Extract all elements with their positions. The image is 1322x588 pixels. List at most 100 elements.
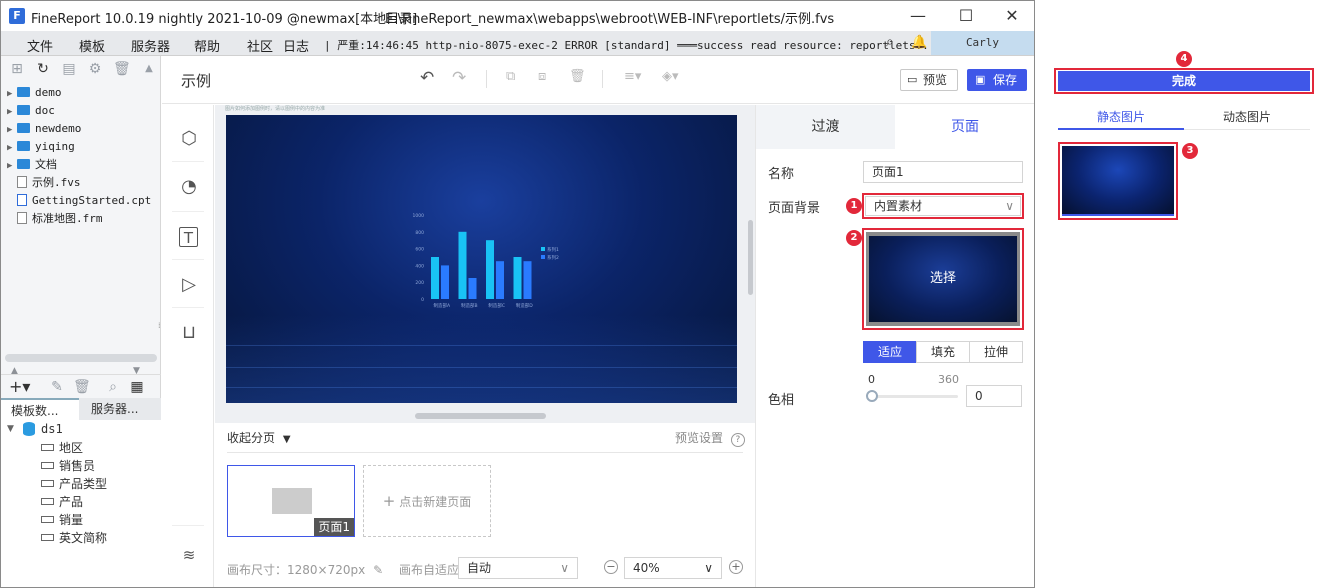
help-icon[interactable]: ? bbox=[730, 433, 745, 447]
close-button[interactable]: ✕ bbox=[989, 1, 1034, 31]
bar-chart[interactable]: 1000 800 600 400 200 0 制造部A 制造部B 制造部C 制造部D 系列1系列2 bbox=[406, 207, 566, 317]
choose-image-button[interactable]: 选择 bbox=[869, 236, 1017, 322]
tree-item-yiqing[interactable]: ▶ yiqing bbox=[7, 138, 75, 156]
tab-static-images[interactable]: 静态图片 bbox=[1058, 108, 1184, 130]
bell-icon[interactable]: 🔔 bbox=[911, 35, 927, 50]
collapse-arrow-icon[interactable]: ▼ bbox=[7, 424, 14, 434]
edit-icon[interactable]: ✎ bbox=[49, 379, 65, 395]
tab-server-data[interactable]: 服务器... bbox=[81, 398, 161, 420]
copy-icon[interactable]: ⧉ bbox=[506, 69, 515, 84]
bar bbox=[431, 257, 439, 299]
new-page-button[interactable]: + 点击新建页面 bbox=[363, 465, 491, 537]
paste-icon[interactable]: ⧈ bbox=[538, 69, 546, 84]
done-button[interactable]: 完成 bbox=[1058, 71, 1310, 91]
splitter-handle-icon[interactable]: ⁞ bbox=[158, 321, 161, 330]
server-data-icon[interactable]: ▦ bbox=[129, 379, 145, 395]
undo-icon[interactable]: ↶ bbox=[420, 68, 434, 88]
field-item[interactable]: 英文简称 bbox=[41, 529, 107, 547]
menu-template[interactable]: 模板 bbox=[79, 36, 105, 55]
fit-option-stretch[interactable]: 拉伸 bbox=[969, 341, 1023, 363]
zoom-in-icon[interactable]: + bbox=[729, 560, 743, 574]
tree-item-label: doc bbox=[35, 104, 55, 117]
tree-item-docs[interactable]: ▶ 文档 bbox=[7, 156, 57, 174]
dataset-name[interactable]: ds1 bbox=[41, 422, 63, 436]
tree-item-gettingstarted[interactable]: GettingStarted.cpt bbox=[7, 192, 151, 210]
open-icon[interactable]: ▤ bbox=[61, 61, 77, 77]
edit-size-icon[interactable]: ✎ bbox=[373, 563, 383, 577]
pie-chart-icon[interactable]: ◔ bbox=[179, 177, 199, 197]
vertical-scrollbar[interactable] bbox=[748, 220, 753, 295]
field-item[interactable]: 销售员 bbox=[41, 457, 95, 475]
preview-data-icon[interactable]: ⌕ bbox=[105, 379, 121, 395]
tab-template-data[interactable]: 模板数... bbox=[1, 398, 79, 420]
expand-arrow-icon[interactable]: ▶ bbox=[7, 85, 17, 103]
expand-arrow-icon[interactable]: ▶ bbox=[7, 157, 17, 175]
adapt-select[interactable]: 自动 ∨ bbox=[458, 557, 578, 579]
settings-icon[interactable]: ⚙ bbox=[87, 61, 103, 77]
tab-page[interactable]: 页面 bbox=[895, 105, 1034, 149]
refresh-icon[interactable]: ↻ bbox=[35, 61, 51, 77]
field-item[interactable]: 产品类型 bbox=[41, 475, 107, 493]
field-icon bbox=[41, 444, 54, 451]
fit-option-adapt[interactable]: 适应 bbox=[863, 341, 917, 363]
file-path: E:\FineReport_newmax\webapps\webroot\WEB… bbox=[385, 12, 835, 27]
zoom-select[interactable]: 40% ∨ bbox=[624, 557, 722, 579]
folder-icon bbox=[17, 123, 30, 133]
tab-transition[interactable]: 过渡 bbox=[756, 105, 895, 149]
y-tick-label: 600 bbox=[415, 247, 424, 253]
preview-settings-link[interactable]: 预览设置 ? bbox=[675, 429, 745, 447]
field-item[interactable]: 产品 bbox=[41, 493, 83, 511]
field-item[interactable]: 销量 bbox=[41, 511, 83, 529]
fit-option-fill[interactable]: 填充 bbox=[916, 341, 970, 363]
trash-icon[interactable]: 🗑 bbox=[569, 69, 586, 84]
file-tree: ▶ demo ▶ doc ▶ newdemo ▶ yiqing ▶ 文档 示例.fvs G… bbox=[1, 83, 161, 353]
tree-item-demo[interactable]: ▶ demo bbox=[7, 84, 62, 102]
tree-item-doc[interactable]: ▶ doc bbox=[7, 102, 55, 120]
tree-item-map-frm[interactable]: 标准地图.frm bbox=[7, 210, 103, 228]
field-item[interactable]: 地区 bbox=[41, 439, 83, 457]
menu-help[interactable]: 帮助 bbox=[194, 36, 220, 55]
layers-icon[interactable]: ≋ bbox=[179, 545, 199, 565]
hue-slider-track[interactable] bbox=[868, 395, 958, 398]
collapse-up-icon[interactable]: ▲ bbox=[141, 61, 157, 77]
horizontal-scrollbar[interactable] bbox=[415, 413, 546, 419]
preview-button[interactable]: ▭ 预览 bbox=[900, 69, 958, 91]
maximize-button[interactable]: ☐ bbox=[943, 1, 989, 31]
align-icon[interactable]: ≡▾ bbox=[624, 69, 641, 84]
page-thumbnail[interactable]: 页面1 bbox=[227, 465, 355, 537]
tree-item-example-fvs[interactable]: 示例.fvs bbox=[7, 174, 81, 192]
zoom-out-icon[interactable]: − bbox=[604, 560, 618, 574]
layer-icon[interactable]: ◈▾ bbox=[662, 69, 679, 84]
text-icon[interactable]: T bbox=[179, 227, 198, 247]
save-button[interactable]: ▣ 保存 bbox=[967, 69, 1027, 91]
hue-slider-handle[interactable] bbox=[866, 390, 878, 402]
cube-icon[interactable]: ⬡ bbox=[179, 129, 199, 149]
menu-server[interactable]: 服务器 bbox=[131, 36, 170, 55]
step-badge-4: 4 bbox=[1176, 51, 1192, 67]
minimize-button[interactable]: — bbox=[895, 1, 941, 31]
name-input[interactable]: 页面1 bbox=[863, 161, 1023, 183]
hue-input[interactable]: 0 bbox=[966, 385, 1022, 407]
inbox-icon[interactable]: ⊔ bbox=[179, 323, 199, 343]
search-icon[interactable]: ⌕ bbox=[886, 34, 894, 50]
video-icon[interactable]: ▷ bbox=[179, 275, 199, 295]
new-folder-icon[interactable]: ⊞ bbox=[9, 61, 25, 77]
menu-log[interactable]: 日志 bbox=[283, 36, 309, 55]
tree-item-newdemo[interactable]: ▶ newdemo bbox=[7, 120, 81, 138]
tab-animated-images[interactable]: 动态图片 bbox=[1184, 108, 1310, 130]
expand-arrow-icon[interactable]: ▶ bbox=[7, 139, 17, 157]
menu-community[interactable]: 社区 bbox=[247, 36, 273, 55]
menu-file[interactable]: 文件 bbox=[27, 36, 53, 55]
add-dataset-icon[interactable]: +▾ bbox=[9, 379, 30, 395]
delete-dataset-icon[interactable]: 🗑 bbox=[73, 379, 91, 395]
tree-scrollbar[interactable] bbox=[5, 354, 157, 362]
expand-arrow-icon[interactable]: ▶ bbox=[7, 103, 17, 121]
user-name[interactable]: Carly bbox=[931, 31, 1034, 55]
background-thumbnail[interactable] bbox=[1062, 146, 1174, 216]
redo-icon[interactable]: ↷ bbox=[452, 68, 466, 88]
dashboard-canvas[interactable]: 1000 800 600 400 200 0 制造部A 制造部B 制造部C 制造部D 系列1 系列2 bbox=[226, 115, 737, 403]
collapse-pages-button[interactable]: 收起分页 ▼ bbox=[227, 429, 291, 446]
expand-arrow-icon[interactable]: ▶ bbox=[7, 121, 17, 139]
background-select[interactable]: 内置素材 ∨ bbox=[865, 196, 1021, 216]
delete-icon[interactable]: 🗑 bbox=[113, 61, 131, 77]
